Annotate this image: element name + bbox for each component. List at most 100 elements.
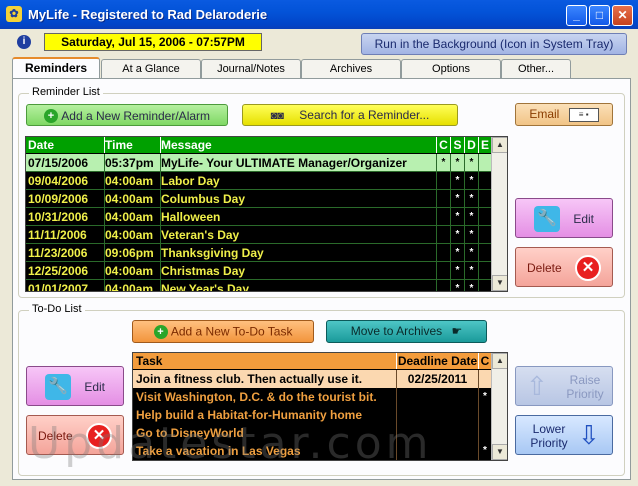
raise-priority-button[interactable]: ⇧ Raise Priority bbox=[515, 366, 613, 406]
table-row[interactable]: 11/11/2006 04:00am Veteran's Day * * bbox=[26, 226, 491, 244]
table-row[interactable]: Join a fitness club. Then actually use i… bbox=[133, 370, 491, 388]
flag-c-cell: * bbox=[436, 154, 450, 172]
flag-c-cell bbox=[436, 172, 450, 190]
table-row[interactable]: Take a vacation in Las Vegas * bbox=[133, 442, 491, 460]
complete-cell bbox=[478, 370, 491, 388]
flag-c-cell bbox=[436, 208, 450, 226]
info-icon[interactable]: i bbox=[17, 35, 31, 49]
todo-scrollbar[interactable]: ▲ ▼ bbox=[491, 353, 507, 460]
maximize-button[interactable]: □ bbox=[589, 5, 610, 26]
reminder-table-header: Date Time Message C S D E bbox=[26, 137, 491, 153]
reminder-table[interactable]: Date Time Message C S D E 07/15/2006 05:3… bbox=[25, 136, 508, 292]
move-to-archives-label: Move to Archives bbox=[350, 324, 443, 338]
time-cell: 04:00am bbox=[104, 226, 158, 244]
date-cell: 07/15/2006 bbox=[28, 156, 89, 170]
flag-c-cell bbox=[436, 190, 450, 208]
column-header-task[interactable]: Task bbox=[136, 353, 396, 369]
flag-s-cell: * bbox=[450, 226, 464, 244]
delete-reminder-label: Delete bbox=[526, 260, 562, 275]
message-cell: Labor Day bbox=[160, 172, 435, 190]
up-arrow-icon: ⇧ bbox=[526, 371, 548, 401]
time-cell: 04:00am bbox=[104, 172, 158, 190]
table-row[interactable]: 12/25/2006 04:00am Christmas Day * * bbox=[26, 262, 491, 280]
complete-cell: * bbox=[478, 442, 491, 460]
reminder-scrollbar[interactable]: ▲ ▼ bbox=[491, 137, 507, 291]
delete-x-icon: ✕ bbox=[86, 422, 113, 449]
column-header-e[interactable]: E bbox=[478, 137, 491, 153]
column-header-deadline[interactable]: Deadline Date bbox=[396, 353, 478, 369]
add-todo-label: Add a New To-Do Task bbox=[170, 324, 293, 339]
column-header-c[interactable]: C bbox=[436, 137, 450, 153]
table-row[interactable]: 10/31/2006 04:00am Halloween * * bbox=[26, 208, 491, 226]
todo-table[interactable]: Task Deadline Date C Join a fitness club… bbox=[132, 352, 508, 461]
wrench-icon: 🔧 bbox=[44, 373, 71, 400]
column-header-d[interactable]: D bbox=[464, 137, 478, 153]
tab-archives[interactable]: Archives bbox=[301, 59, 401, 78]
message-cell: Thanksgiving Day bbox=[160, 244, 435, 262]
scroll-down-arrow-icon[interactable]: ▼ bbox=[492, 444, 507, 460]
message-cell: Christmas Day bbox=[160, 262, 435, 280]
tab-options[interactable]: Options bbox=[401, 59, 501, 78]
column-header-complete[interactable]: C bbox=[478, 353, 491, 369]
add-reminder-button[interactable]: + Add a New Reminder/Alarm bbox=[26, 104, 228, 126]
column-header-message[interactable]: Message bbox=[160, 137, 435, 153]
flag-d-cell: * bbox=[464, 244, 478, 262]
table-row[interactable]: Go to DisneyWorld bbox=[133, 424, 491, 442]
wrench-icon: 🔧 bbox=[533, 205, 560, 232]
time-cell: 04:00am bbox=[104, 280, 158, 291]
flag-d-cell: * bbox=[464, 172, 478, 190]
scroll-up-arrow-icon[interactable]: ▲ bbox=[492, 137, 507, 153]
tab-journal-notes[interactable]: Journal/Notes bbox=[201, 59, 301, 78]
reminder-list-label: Reminder List bbox=[29, 86, 103, 98]
deadline-cell bbox=[396, 424, 478, 442]
flag-s-cell: * bbox=[450, 244, 464, 262]
column-header-s[interactable]: S bbox=[450, 137, 464, 153]
edit-reminder-button[interactable]: 🔧 Edit bbox=[515, 198, 613, 238]
scroll-down-arrow-icon[interactable]: ▼ bbox=[492, 275, 507, 291]
date-cell: 09/04/2006 bbox=[28, 174, 89, 188]
edit-todo-label: Edit bbox=[84, 379, 106, 394]
message-cell: New Year's Day bbox=[160, 280, 435, 291]
minimize-button[interactable]: _ bbox=[566, 5, 587, 26]
tab-reminders[interactable]: Reminders bbox=[12, 57, 100, 79]
date-cell: 01/01/2007 bbox=[28, 282, 89, 292]
move-to-archives-button[interactable]: Move to Archives ☛ bbox=[326, 320, 487, 343]
edit-reminder-label: Edit bbox=[573, 211, 595, 226]
table-row[interactable]: 09/04/2006 04:00am Labor Day * * bbox=[26, 172, 491, 190]
table-row[interactable]: Help build a Habitat-for-Humanity home bbox=[133, 406, 491, 424]
flag-e-cell bbox=[478, 244, 491, 262]
column-header-time[interactable]: Time bbox=[104, 137, 158, 153]
pointing-hand-icon: ☛ bbox=[451, 324, 463, 338]
time-cell: 04:00am bbox=[104, 190, 158, 208]
flag-d-cell: * bbox=[464, 280, 478, 291]
tab-other[interactable]: Other... bbox=[501, 59, 571, 78]
search-reminder-button[interactable]: ◙◙ Search for a Reminder... bbox=[242, 104, 458, 126]
lower-priority-button[interactable]: Lower Priority ⇩ bbox=[515, 415, 613, 455]
edit-todo-button[interactable]: 🔧 Edit bbox=[26, 366, 124, 406]
delete-todo-button[interactable]: Delete ✕ bbox=[26, 415, 124, 455]
flag-e-cell bbox=[478, 280, 491, 291]
flag-d-cell: * bbox=[464, 208, 478, 226]
task-cell: Take a vacation in Las Vegas bbox=[136, 444, 301, 458]
delete-x-icon: ✕ bbox=[575, 254, 602, 281]
envelope-icon: ≡ ▪ bbox=[568, 107, 599, 122]
task-cell: Join a fitness club. Then actually use i… bbox=[136, 372, 363, 386]
email-label: Email bbox=[529, 107, 560, 121]
table-row[interactable]: Visit Washington, D.C. & do the tourist … bbox=[133, 388, 491, 406]
table-row[interactable]: 10/09/2006 04:00am Columbus Day * * bbox=[26, 190, 491, 208]
message-cell: Veteran's Day bbox=[160, 226, 435, 244]
current-date-time: Saturday, Jul 15, 2006 - 07:57PM bbox=[44, 33, 262, 51]
scroll-up-arrow-icon[interactable]: ▲ bbox=[492, 353, 507, 369]
run-in-background-button[interactable]: Run in the Background (Icon in System Tr… bbox=[361, 33, 627, 55]
column-header-date[interactable]: Date bbox=[28, 137, 102, 153]
table-row[interactable]: 11/23/2006 09:06pm Thanksgiving Day * * bbox=[26, 244, 491, 262]
add-todo-button[interactable]: + Add a New To-Do Task bbox=[132, 320, 314, 343]
delete-reminder-button[interactable]: Delete ✕ bbox=[515, 247, 613, 287]
todo-table-header: Task Deadline Date C bbox=[133, 353, 491, 369]
email-button[interactable]: Email ≡ ▪ bbox=[515, 103, 613, 126]
close-button[interactable]: ✕ bbox=[612, 5, 633, 26]
table-row[interactable]: 01/01/2007 04:00am New Year's Day * * bbox=[26, 280, 491, 292]
tab-at-a-glance[interactable]: At a Glance bbox=[101, 59, 201, 78]
table-row[interactable]: 07/15/2006 05:37pm MyLife- Your ULTIMATE M… bbox=[26, 154, 491, 172]
flag-d-cell: * bbox=[464, 154, 478, 172]
